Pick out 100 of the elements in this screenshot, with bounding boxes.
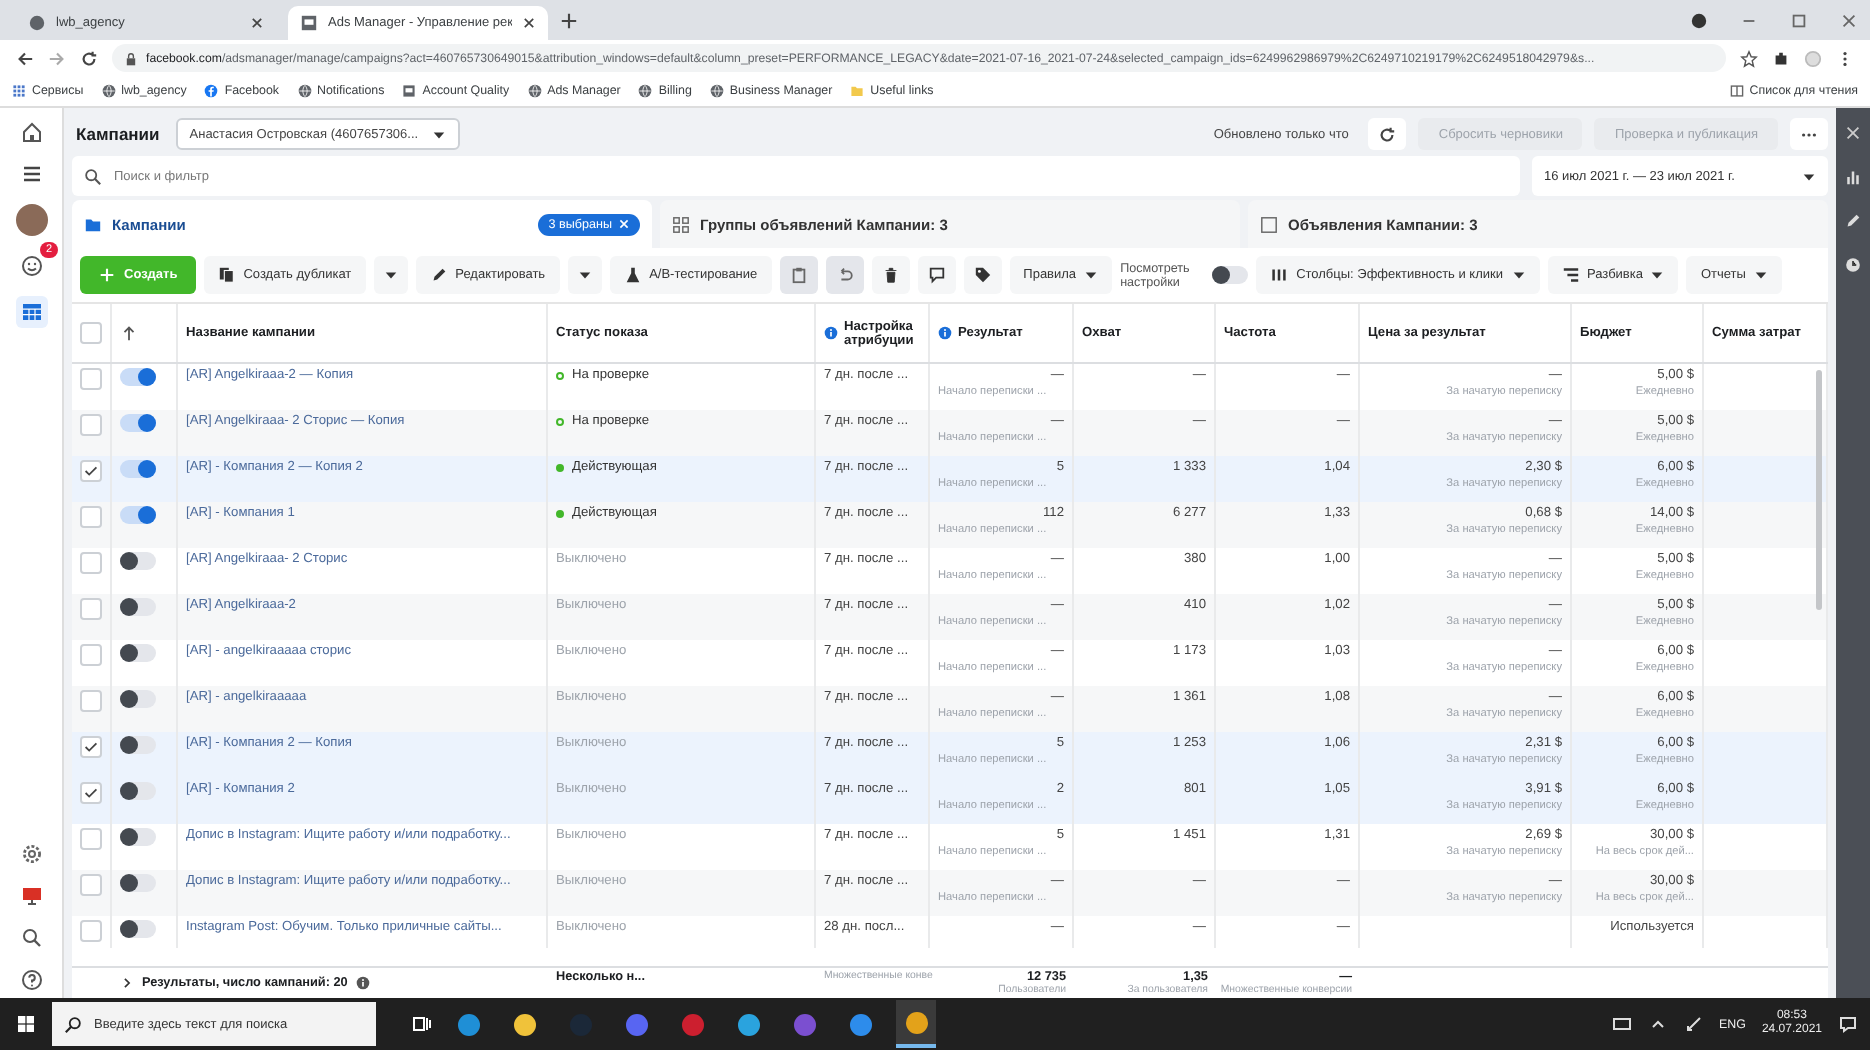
info-icon — [824, 326, 838, 340]
caret-icon — [1753, 268, 1768, 282]
settings-icon[interactable] — [19, 842, 43, 866]
search-icon — [64, 1015, 82, 1033]
check-icon — [82, 784, 100, 802]
refresh-icon — [1378, 125, 1397, 143]
campaign-toggle[interactable] — [120, 460, 156, 478]
page-title: Кампании — [74, 124, 160, 144]
row-checkbox[interactable] — [80, 552, 102, 574]
row-checkbox[interactable] — [80, 782, 102, 804]
status-dot — [556, 418, 564, 426]
record-icon[interactable] — [1690, 11, 1708, 29]
caret-icon — [383, 268, 398, 282]
clock-icon[interactable] — [1844, 256, 1862, 274]
page-icon — [402, 84, 417, 98]
scrollbar[interactable] — [1816, 370, 1822, 610]
row-checkbox[interactable] — [80, 368, 102, 390]
comment-icon — [927, 266, 946, 284]
table-grid-icon[interactable] — [15, 296, 47, 328]
caret-icon — [1084, 268, 1099, 282]
smiley-icon[interactable] — [19, 254, 43, 278]
tag-icon — [973, 266, 992, 284]
delete-button[interactable] — [871, 256, 910, 294]
notification-icon[interactable] — [1838, 1014, 1858, 1034]
pencil-icon[interactable] — [1844, 212, 1862, 230]
comment-button[interactable] — [917, 256, 956, 294]
close-icon[interactable] — [1840, 11, 1858, 29]
back-icon[interactable] — [16, 49, 34, 67]
tag-button[interactable] — [963, 256, 1002, 294]
grid-icon — [672, 215, 690, 233]
keyboard-icon[interactable] — [1611, 1014, 1632, 1034]
row-checkbox[interactable] — [80, 736, 102, 758]
monitor-alert-icon[interactable] — [19, 884, 43, 908]
campaign-toggle[interactable] — [120, 782, 156, 800]
sort-arrow-icon[interactable] — [120, 324, 138, 342]
row-checkbox[interactable] — [80, 874, 102, 896]
campaign-toggle[interactable] — [120, 414, 156, 432]
campaign-toggle[interactable] — [120, 828, 156, 846]
plus-icon[interactable] — [560, 11, 578, 29]
undo-button[interactable] — [825, 256, 864, 294]
star-icon[interactable] — [1740, 49, 1758, 67]
caret-icon — [431, 127, 446, 141]
dropdown-button[interactable] — [567, 256, 602, 294]
info-icon — [938, 326, 952, 340]
lock-icon — [124, 51, 138, 65]
row-checkbox[interactable] — [80, 414, 102, 436]
campaign-toggle[interactable] — [120, 506, 156, 524]
reload-icon[interactable] — [80, 49, 98, 67]
row-checkbox[interactable] — [80, 644, 102, 666]
windows-logo-icon[interactable] — [16, 1014, 36, 1034]
trash-icon — [881, 266, 900, 284]
square-icon — [1260, 215, 1278, 233]
campaign-toggle[interactable] — [120, 552, 156, 570]
maximize-icon[interactable] — [1790, 11, 1808, 29]
status-dot — [556, 372, 564, 380]
refresh-button[interactable] — [1368, 118, 1407, 150]
bar-chart-icon[interactable] — [1844, 168, 1862, 186]
campaign-toggle[interactable] — [120, 598, 156, 616]
close-icon[interactable] — [250, 16, 264, 30]
app-icon[interactable] — [896, 1000, 936, 1048]
campaign-toggle[interactable] — [120, 874, 156, 892]
flask-icon — [623, 266, 642, 284]
help-icon[interactable] — [19, 968, 43, 992]
pencil-icon — [429, 266, 448, 284]
puzzle-icon[interactable] — [1772, 49, 1790, 67]
undo-icon — [835, 266, 854, 284]
campaign-toggle[interactable] — [120, 690, 156, 708]
apps-grid-icon — [12, 84, 26, 98]
status-dot — [556, 510, 564, 518]
row-checkbox[interactable] — [80, 506, 102, 528]
caret-icon — [1650, 268, 1665, 282]
search-icon — [84, 167, 102, 185]
select-all-checkbox[interactable] — [80, 322, 102, 344]
row-checkbox[interactable] — [80, 920, 102, 942]
row-checkbox[interactable] — [80, 598, 102, 620]
columns-icon — [1270, 266, 1289, 284]
page-icon — [300, 14, 318, 32]
home-icon[interactable] — [19, 120, 43, 144]
close-icon[interactable] — [522, 16, 536, 30]
caret-icon — [1802, 169, 1816, 183]
campaign-toggle[interactable] — [120, 644, 156, 662]
caret-icon — [1511, 268, 1525, 282]
campaign-toggle[interactable] — [120, 736, 156, 754]
search-icon[interactable] — [19, 926, 43, 950]
folder-icon — [850, 84, 865, 98]
avatar[interactable] — [15, 204, 47, 236]
check-icon — [82, 462, 100, 480]
menu-icon[interactable] — [19, 162, 43, 186]
row-checkbox[interactable] — [80, 690, 102, 712]
row-checkbox[interactable] — [80, 828, 102, 850]
campaign-toggle[interactable] — [120, 920, 156, 938]
clipboard-button[interactable] — [779, 256, 818, 294]
folder-icon — [84, 215, 102, 233]
plus-icon — [98, 266, 116, 284]
chevron-right-icon[interactable] — [120, 976, 134, 990]
row-checkbox[interactable] — [80, 460, 102, 482]
dropdown-button[interactable] — [373, 256, 408, 294]
campaign-toggle[interactable] — [120, 368, 156, 386]
view-settings-toggle[interactable] — [1212, 266, 1249, 284]
task-view-icon[interactable] — [412, 1014, 432, 1034]
